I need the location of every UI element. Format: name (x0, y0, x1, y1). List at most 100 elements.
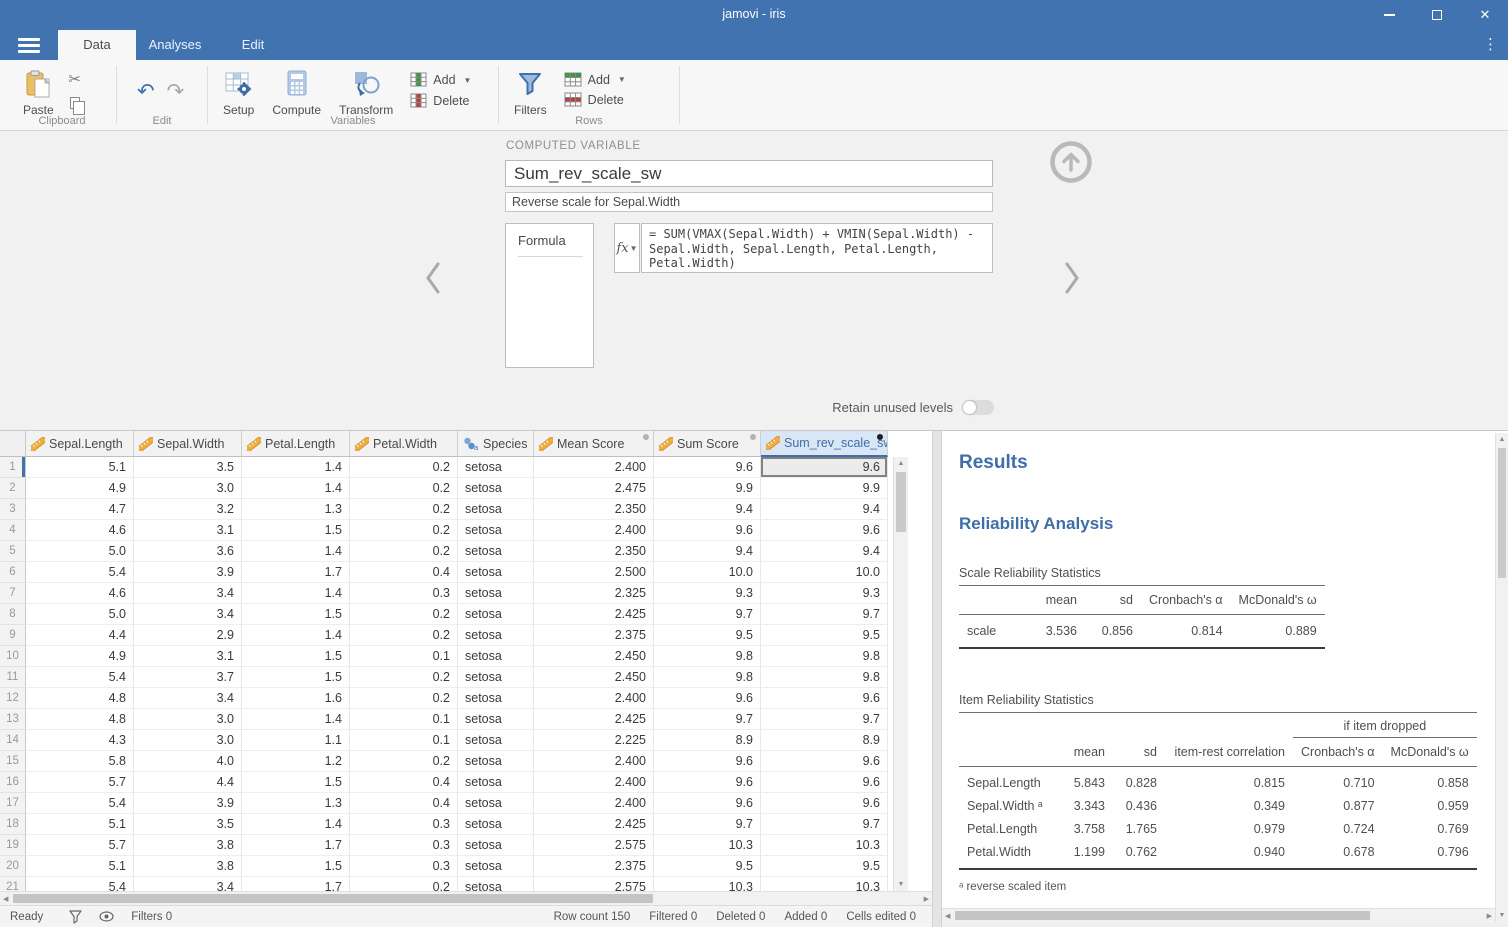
tab-analyses[interactable]: Analyses (136, 30, 214, 60)
cell[interactable]: 1.4 (242, 709, 350, 730)
cell[interactable]: 9.3 (761, 583, 888, 604)
cell[interactable]: 2.425 (534, 604, 654, 625)
cell[interactable]: 1.2 (242, 751, 350, 772)
setup-button[interactable]: Setup (214, 67, 263, 117)
cell[interactable]: setosa (458, 709, 534, 730)
row-number[interactable]: 12 (0, 688, 26, 709)
cell[interactable]: 1.3 (242, 793, 350, 814)
cell[interactable]: 4.6 (26, 520, 134, 541)
cell[interactable]: 2.400 (534, 751, 654, 772)
column-header-petal-length[interactable]: Petal.Length (242, 431, 350, 457)
row-number[interactable]: 13 (0, 709, 26, 730)
cell[interactable]: 2.350 (534, 499, 654, 520)
row-number[interactable]: 17 (0, 793, 26, 814)
row-number[interactable]: 14 (0, 730, 26, 751)
cell[interactable]: 0.2 (350, 667, 458, 688)
add-variable-button[interactable]: Add ▼ (410, 72, 471, 88)
cell[interactable]: 3.0 (134, 709, 242, 730)
column-header-sepal-width[interactable]: Sepal.Width (134, 431, 242, 457)
results-horizontal-scrollbar[interactable]: ◀ ▶ (942, 908, 1495, 922)
row-number[interactable]: 2 (0, 478, 26, 499)
retain-unused-levels-toggle[interactable] (962, 400, 994, 415)
cell[interactable]: 0.1 (350, 709, 458, 730)
cell[interactable]: 9.6 (761, 520, 888, 541)
cell[interactable]: setosa (458, 772, 534, 793)
scroll-up-icon[interactable]: ▲ (894, 460, 908, 467)
delete-row-button[interactable]: Delete (564, 92, 626, 107)
hamburger-menu-icon[interactable] (18, 38, 40, 53)
row-number[interactable]: 5 (0, 541, 26, 562)
row-number[interactable]: 1 (0, 457, 26, 478)
cell[interactable]: setosa (458, 520, 534, 541)
cell[interactable]: 9.3 (654, 583, 761, 604)
cell[interactable]: 5.1 (26, 457, 134, 478)
cell[interactable]: 3.9 (134, 793, 242, 814)
cell[interactable]: 10.0 (654, 562, 761, 583)
row-number[interactable]: 11 (0, 667, 26, 688)
cell[interactable]: 0.2 (350, 751, 458, 772)
cell[interactable]: 3.4 (134, 688, 242, 709)
row-number[interactable]: 4 (0, 520, 26, 541)
cell[interactable]: 1.7 (242, 877, 350, 891)
cell[interactable]: setosa (458, 499, 534, 520)
row-number[interactable]: 7 (0, 583, 26, 604)
close-button[interactable]: ✕ (1476, 6, 1494, 24)
scrollbar-thumb[interactable] (1498, 448, 1506, 578)
cell[interactable]: 3.5 (134, 814, 242, 835)
cell[interactable]: 1.7 (242, 562, 350, 583)
cell[interactable]: 0.4 (350, 793, 458, 814)
cell[interactable]: setosa (458, 835, 534, 856)
cell[interactable]: 1.5 (242, 667, 350, 688)
paste-button[interactable]: Paste (14, 67, 63, 117)
cell[interactable]: 3.4 (134, 877, 242, 891)
cell[interactable]: 3.6 (134, 541, 242, 562)
cell[interactable]: 4.7 (26, 499, 134, 520)
scrollbar-thumb[interactable] (896, 472, 906, 532)
tab-data[interactable]: Data (58, 30, 136, 60)
cell[interactable]: 2.425 (534, 709, 654, 730)
cell[interactable]: 3.8 (134, 856, 242, 877)
cell[interactable]: 4.8 (26, 688, 134, 709)
cell[interactable]: setosa (458, 751, 534, 772)
collapse-editor-button[interactable] (1048, 139, 1094, 185)
redo-icon[interactable]: ↷ (167, 81, 185, 102)
undo-icon[interactable]: ↶ (137, 81, 155, 102)
cell[interactable]: 9.7 (654, 709, 761, 730)
tab-edit[interactable]: Edit (214, 30, 292, 60)
column-header-sepal-length[interactable]: Sepal.Length (26, 431, 134, 457)
variable-name-input[interactable] (505, 160, 993, 187)
scroll-left-icon[interactable]: ◀ (945, 909, 950, 922)
cell[interactable]: 0.2 (350, 604, 458, 625)
cell[interactable]: 10.3 (761, 877, 888, 891)
cell[interactable]: 2.500 (534, 562, 654, 583)
cell[interactable]: 9.5 (654, 856, 761, 877)
formula-tab[interactable]: Formula (506, 224, 593, 265)
cell[interactable]: 2.375 (534, 625, 654, 646)
cell[interactable]: 9.6 (761, 751, 888, 772)
row-number[interactable]: 8 (0, 604, 26, 625)
cell[interactable]: 4.8 (26, 709, 134, 730)
cell[interactable]: 5.0 (26, 604, 134, 625)
cell[interactable]: 2.350 (534, 541, 654, 562)
row-number[interactable]: 3 (0, 499, 26, 520)
scrollbar-thumb[interactable] (955, 911, 1370, 920)
cell[interactable]: 9.6 (654, 751, 761, 772)
cell[interactable]: 3.4 (134, 583, 242, 604)
cell[interactable]: 5.4 (26, 793, 134, 814)
cell[interactable]: 2.450 (534, 667, 654, 688)
row-number[interactable]: 21 (0, 877, 26, 891)
minimize-button[interactable] (1380, 6, 1398, 24)
copy-button[interactable] (65, 94, 85, 112)
cell[interactable]: 1.5 (242, 856, 350, 877)
scroll-down-icon[interactable]: ▼ (894, 881, 908, 888)
cell[interactable]: 3.8 (134, 835, 242, 856)
cell[interactable]: 1.3 (242, 499, 350, 520)
cell[interactable]: 2.400 (534, 772, 654, 793)
cell[interactable]: 0.2 (350, 457, 458, 478)
function-picker-button[interactable]: fx▼ (614, 223, 640, 273)
cell[interactable]: 9.5 (654, 625, 761, 646)
cell[interactable]: setosa (458, 667, 534, 688)
column-header-sum-rev-scale-sw[interactable]: Sum_rev_scale_sw (761, 431, 888, 457)
cell[interactable]: 5.4 (26, 562, 134, 583)
cell[interactable]: 9.7 (761, 709, 888, 730)
